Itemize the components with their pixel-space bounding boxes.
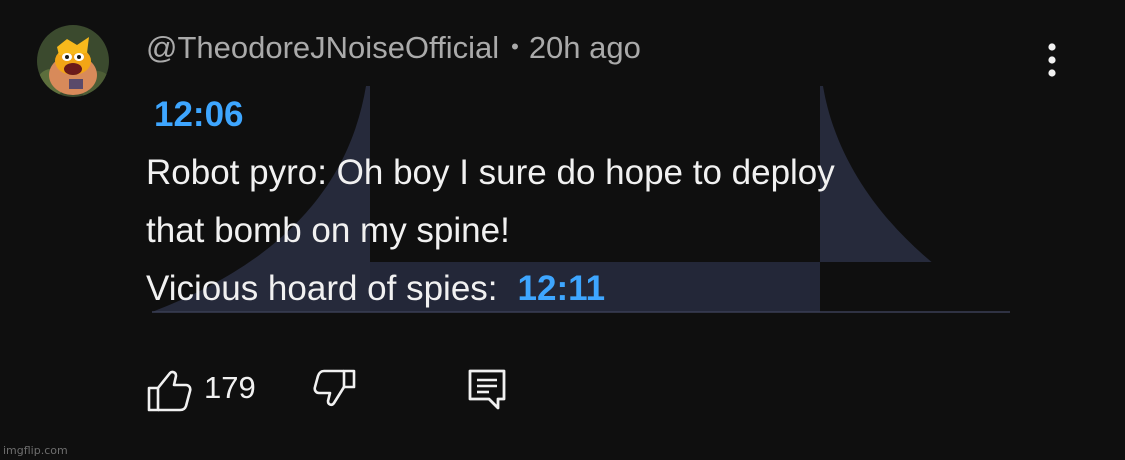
author-name[interactable]: @TheodoreJNoiseOfficial	[146, 30, 499, 65]
comment-icon[interactable]	[464, 365, 510, 411]
comment-line-2: Robot pyro: Oh boy I sure do hope to dep…	[146, 153, 835, 192]
cartoon-avatar-icon	[37, 25, 109, 97]
comment-line-1: 12:06	[146, 86, 1046, 144]
vertical-dots-icon[interactable]	[1040, 40, 1064, 84]
watermark: imgflip.com	[3, 444, 68, 457]
thumbs-up-icon[interactable]	[146, 367, 192, 413]
comment-body: 12:06 Robot pyro: Oh boy I sure do hope …	[146, 86, 1046, 318]
comment-line-4: Vicious hoard of spies: 12:11	[146, 260, 1046, 318]
like-count: 179	[204, 370, 256, 405]
time-ago: 20h ago	[528, 30, 641, 65]
header-separator: •	[511, 34, 519, 59]
comment-actions: 179	[146, 360, 646, 412]
thumbs-down-icon[interactable]	[312, 365, 358, 411]
comment-line-prefix: Vicious hoard of spies:	[146, 269, 498, 308]
avatar[interactable]	[37, 25, 109, 97]
timestamp-link[interactable]: 12:11	[518, 269, 606, 308]
comment-header: @TheodoreJNoiseOfficial • 20h ago	[146, 28, 641, 71]
comment-line-3: that bomb on my spine!	[146, 211, 510, 250]
timestamp-link[interactable]: 12:06	[154, 95, 244, 134]
